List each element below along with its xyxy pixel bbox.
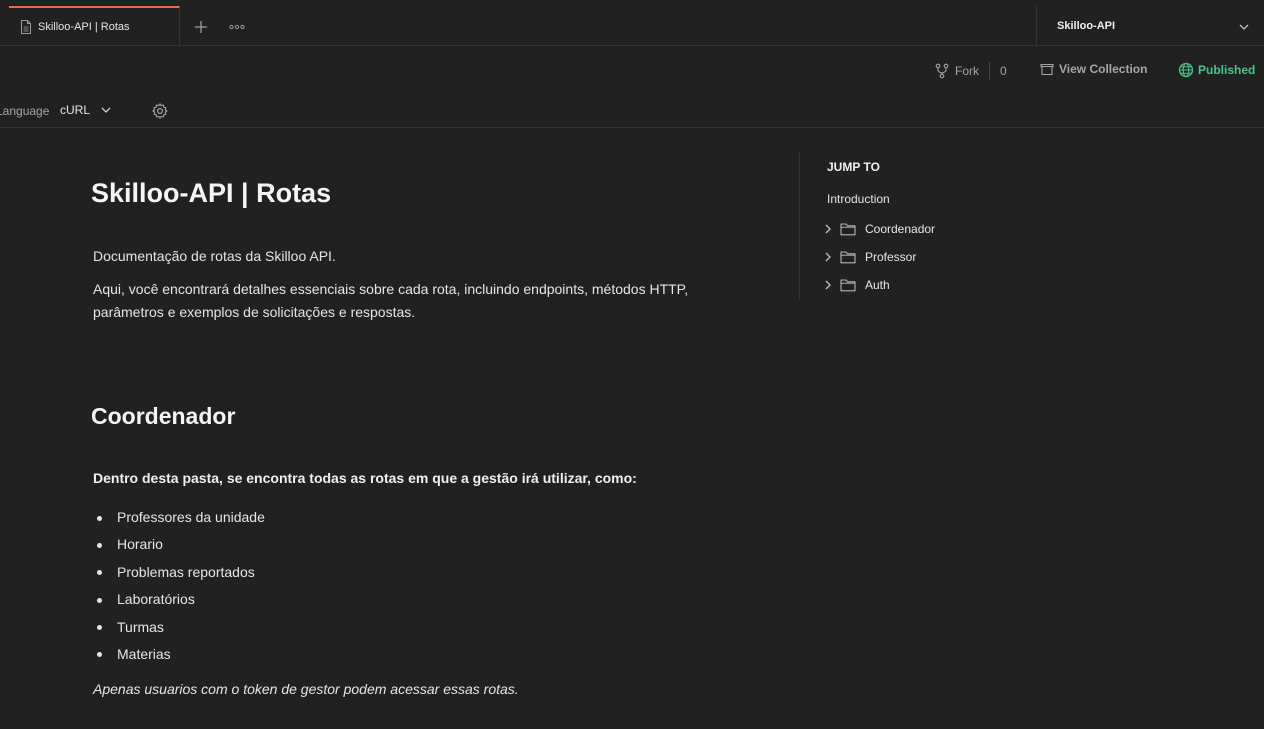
section-note: Apenas usuarios com o token de gestor po… xyxy=(93,681,519,697)
chevron-down-icon xyxy=(100,104,112,116)
view-collection-button[interactable]: View Collection xyxy=(1040,62,1147,76)
list-item: Problemas reportados xyxy=(93,559,265,586)
chevron-right-icon[interactable] xyxy=(822,222,834,236)
published-label: Published xyxy=(1198,63,1256,77)
more-horizontal-icon[interactable] xyxy=(228,20,246,34)
list-item: Laboratórios xyxy=(93,586,265,613)
environment-label: Skilloo-API xyxy=(1057,20,1116,32)
globe-icon xyxy=(1178,62,1194,78)
fork-divider xyxy=(989,62,990,80)
section-intro: Dentro desta pasta, se encontra todas as… xyxy=(93,470,637,486)
jump-to-introduction[interactable]: Introduction xyxy=(827,192,890,206)
chevron-right-icon[interactable] xyxy=(822,250,834,264)
folder-icon xyxy=(840,250,856,264)
fork-label: Fork xyxy=(955,64,979,78)
jump-to-folder-auth[interactable]: Auth xyxy=(822,278,890,292)
folder-label: Auth xyxy=(865,278,890,292)
list-item: Horario xyxy=(93,531,265,558)
section-title-coordenador: Coordenador xyxy=(91,403,236,429)
route-list: Professores da unidade Horario Problemas… xyxy=(93,504,265,668)
published-status[interactable]: Published xyxy=(1178,62,1255,78)
document-icon xyxy=(20,20,32,34)
fork-icon xyxy=(935,63,949,79)
settings-gear-icon[interactable] xyxy=(151,102,169,120)
folder-icon xyxy=(840,278,856,292)
language-label: Language xyxy=(0,104,50,118)
jump-to-heading: JUMP TO xyxy=(827,160,880,174)
doc-intro: Documentação de rotas da Skilloo API. xyxy=(93,248,336,264)
jump-to-folder-professor[interactable]: Professor xyxy=(822,250,916,264)
language-selected-value: cURL xyxy=(60,103,91,117)
folder-label: Coordenador xyxy=(865,222,936,236)
list-item: Turmas xyxy=(93,614,265,641)
doc-description: Aqui, você encontrará detalhes essenciai… xyxy=(93,281,689,320)
plus-icon[interactable] xyxy=(192,18,210,36)
view-collection-label: View Collection xyxy=(1059,62,1148,76)
environment-selector[interactable]: Skilloo-API xyxy=(1036,6,1264,46)
chevron-down-icon xyxy=(1238,21,1250,33)
language-bar: Language cURL xyxy=(0,98,1264,128)
tab-bar: Skilloo-API | Rotas Skilloo-API xyxy=(0,0,1264,46)
list-item: Materias xyxy=(93,641,265,668)
tab-skilloo-rotas[interactable]: Skilloo-API | Rotas xyxy=(9,6,180,46)
folder-icon xyxy=(840,222,856,236)
jump-to-folder-coordenador[interactable]: Coordenador xyxy=(822,222,935,236)
language-select[interactable]: cURL xyxy=(60,103,112,117)
jump-to-divider xyxy=(799,152,800,300)
collection-icon xyxy=(1040,62,1054,76)
chevron-right-icon[interactable] xyxy=(822,278,834,292)
tab-label: Skilloo-API | Rotas xyxy=(38,21,130,33)
fork-count: 0 xyxy=(1000,64,1007,78)
fork-button[interactable]: Fork 0 xyxy=(935,62,1007,80)
list-item: Professores da unidade xyxy=(93,504,265,531)
folder-label: Professor xyxy=(865,250,917,264)
page-title: Skilloo-API | Rotas xyxy=(91,178,332,208)
